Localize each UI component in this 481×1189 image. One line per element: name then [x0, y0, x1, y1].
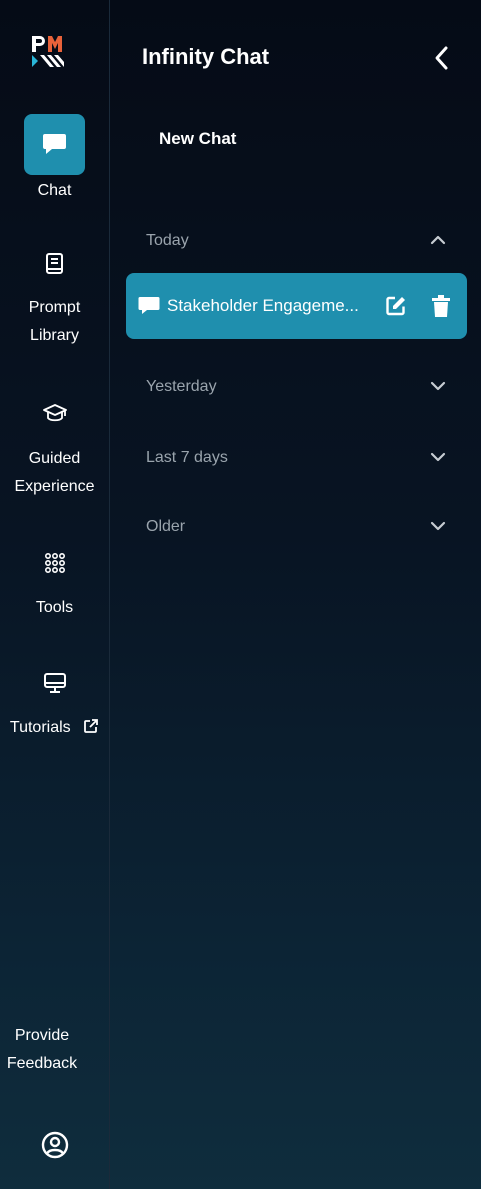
user-circle-icon: [41, 1131, 68, 1159]
profile-button[interactable]: [0, 1131, 109, 1159]
section-last-7-days[interactable]: Last 7 days: [146, 445, 446, 475]
tutorials-label-row: Tutorials: [0, 714, 109, 742]
sidebar-item-tools[interactable]: Tools: [0, 552, 109, 622]
trash-icon: [432, 295, 450, 317]
new-chat-button[interactable]: New Chat: [159, 129, 236, 149]
sidebar-item-guided-experience[interactable]: Guided Experience: [0, 403, 109, 501]
monitor-icon: [43, 673, 66, 693]
section-label: Yesterday: [146, 378, 217, 395]
chevron-left-icon: [435, 46, 448, 70]
chat-tile: [24, 114, 85, 175]
chat-history-panel: Infinity Chat New Chat Today Stakeholder…: [110, 0, 481, 1189]
section-label: Older: [146, 518, 186, 535]
left-nav-rail: Chat Prompt Library Guided Experience To…: [0, 0, 110, 1189]
sidebar-item-label: Tools: [35, 599, 74, 616]
section-yesterday[interactable]: Yesterday: [146, 374, 446, 404]
sidebar-item-tutorials[interactable]: Tutorials: [0, 672, 109, 742]
chevron-down-icon: [430, 521, 446, 531]
rename-chat-button[interactable]: [385, 295, 407, 322]
chevron-down-icon: [430, 381, 446, 391]
sidebar-item-label: Tutorials: [9, 719, 71, 736]
section-label: Last 7 days: [146, 449, 228, 466]
collapse-panel-button[interactable]: [428, 44, 456, 72]
chat-bubble-icon: [138, 297, 160, 314]
section-today[interactable]: Today: [146, 228, 446, 258]
book-icon: [45, 253, 63, 274]
sidebar-item-label: Prompt Library: [28, 299, 81, 344]
sidebar-item-label: Chat: [37, 182, 72, 199]
delete-chat-button[interactable]: [431, 294, 451, 323]
chevron-down-icon: [430, 452, 446, 462]
chevron-up-icon: [430, 235, 446, 245]
panel-title: Infinity Chat: [142, 44, 270, 69]
section-label: Today: [146, 232, 189, 249]
section-older[interactable]: Older: [146, 514, 446, 544]
chat-bubble-icon: [43, 134, 66, 154]
external-link-icon: [84, 719, 99, 733]
feedback-label: Provide Feedback: [6, 1027, 78, 1072]
provide-feedback-link[interactable]: Provide Feedback: [0, 1022, 84, 1078]
grid-dots-icon: [44, 552, 65, 574]
chat-item-title: Stakeholder Engageme...: [167, 296, 359, 315]
infinity-chat-app: Chat Prompt Library Guided Experience To…: [0, 0, 481, 1189]
graduation-cap-icon: [42, 404, 67, 422]
sidebar-item-label: Guided Experience: [14, 450, 95, 495]
sidebar-item-prompt-library[interactable]: Prompt Library: [0, 252, 109, 350]
chat-history-item[interactable]: Stakeholder Engageme...: [126, 273, 467, 339]
edit-icon: [386, 296, 405, 316]
sidebar-item-chat[interactable]: Chat: [0, 114, 109, 205]
pmi-logo[interactable]: [30, 34, 66, 70]
